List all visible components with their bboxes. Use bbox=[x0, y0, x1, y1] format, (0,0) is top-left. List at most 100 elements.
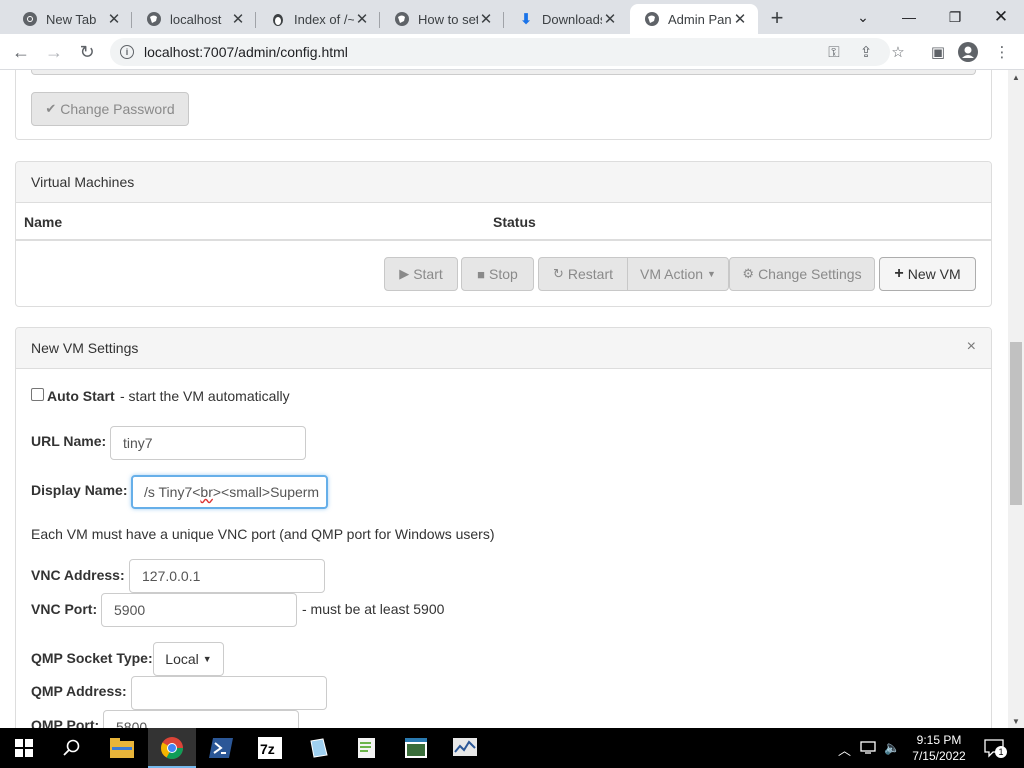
scroll-up-arrow[interactable]: ▲ bbox=[1008, 70, 1024, 84]
display-name-input[interactable]: /s Tiny7< br ><small>Superm bbox=[131, 475, 328, 509]
check-icon: ✔ bbox=[45, 101, 57, 116]
browser-tab-downloads[interactable]: ⬇ Downloads ✕ bbox=[504, 4, 628, 34]
notification-badge: 1 bbox=[995, 746, 1007, 758]
start-button[interactable]: ▶ Start bbox=[384, 257, 458, 291]
vm-action-dropdown[interactable]: VM Action ▼ bbox=[627, 257, 729, 291]
search-icon[interactable] bbox=[48, 728, 96, 768]
restart-button[interactable]: ↻ Restart bbox=[538, 257, 628, 291]
terminal-window-icon[interactable] bbox=[392, 728, 440, 768]
editor-icon[interactable] bbox=[343, 728, 391, 768]
chrome-icon[interactable] bbox=[148, 728, 196, 768]
powershell-icon[interactable] bbox=[197, 728, 245, 768]
scroll-down-arrow[interactable]: ▼ bbox=[1008, 714, 1024, 728]
tab-title: localhost bbox=[170, 11, 222, 27]
windows-taskbar: 7z ︿ 🔈 9:15 PM 7/15/2022 1 bbox=[0, 728, 1024, 768]
password-input-partial[interactable] bbox=[31, 70, 976, 75]
qmp-address-input[interactable] bbox=[131, 676, 327, 710]
qmp-address-label: QMP Address: bbox=[31, 683, 127, 699]
plus-icon: + bbox=[894, 265, 904, 282]
download-icon: ⬇ bbox=[519, 11, 533, 28]
page-scrollbar[interactable]: ▲ ▼ bbox=[1008, 70, 1024, 728]
new-tab-button[interactable]: + bbox=[764, 5, 790, 30]
auto-start-label: Auto Start bbox=[47, 388, 115, 404]
browser-tab-index[interactable]: Index of /~ ✕ bbox=[256, 4, 380, 34]
system-clock[interactable]: 9:15 PM 7/15/2022 bbox=[906, 732, 972, 764]
display-name-label: Display Name: bbox=[31, 482, 128, 498]
profile-avatar[interactable] bbox=[958, 42, 978, 62]
menu-kebab-icon[interactable]: ⋮ bbox=[992, 42, 1012, 62]
site-info-icon[interactable]: i bbox=[120, 45, 134, 59]
close-window-button[interactable]: ✕ bbox=[978, 0, 1024, 34]
column-header-status: Status bbox=[493, 214, 536, 230]
file-explorer-icon[interactable] bbox=[98, 728, 146, 768]
browser-tab-how-to[interactable]: How to set ✕ bbox=[380, 4, 504, 34]
panel-heading: Virtual Machines bbox=[16, 162, 991, 203]
globe-icon bbox=[394, 11, 410, 27]
vnc-address-label: VNC Address: bbox=[31, 567, 125, 583]
reload-button[interactable]: ↻ bbox=[74, 39, 100, 65]
windows-start-icon[interactable] bbox=[0, 728, 48, 768]
tab-title: Index of /~ bbox=[294, 11, 354, 27]
url-name-label: URL Name: bbox=[31, 433, 107, 449]
vnc-address-input[interactable]: 127.0.0.1 bbox=[129, 559, 325, 593]
clock-time: 9:15 PM bbox=[916, 733, 962, 747]
globe-icon bbox=[644, 11, 660, 27]
restore-button[interactable]: ❐ bbox=[932, 0, 978, 34]
stop-button[interactable]: ■ Stop bbox=[461, 257, 534, 291]
auto-start-checkbox[interactable] bbox=[31, 388, 44, 401]
notepad-icon[interactable] bbox=[295, 728, 343, 768]
tab-title: Admin Pan bbox=[668, 11, 732, 27]
change-password-button[interactable]: ✔ Change Password bbox=[31, 92, 189, 126]
key-icon[interactable]: ⚿ bbox=[824, 42, 844, 62]
browser-tab-new-tab[interactable]: New Tab ✕ bbox=[8, 4, 132, 34]
scrollbar-thumb[interactable] bbox=[1010, 342, 1022, 505]
close-icon[interactable]: ✕ bbox=[478, 11, 494, 28]
show-hidden-icons-chevron[interactable]: ︿ bbox=[838, 740, 851, 759]
vnc-port-input[interactable]: 5900 bbox=[101, 593, 297, 627]
globe-icon bbox=[146, 11, 162, 27]
url-text: localhost:7007/admin/config.html bbox=[144, 44, 348, 60]
play-icon: ▶ bbox=[399, 266, 410, 281]
close-icon[interactable]: ✕ bbox=[230, 11, 246, 28]
change-settings-button[interactable]: ⚙ Change Settings bbox=[729, 257, 875, 291]
minimize-button[interactable]: — bbox=[886, 0, 932, 34]
new-vm-button[interactable]: + New VM bbox=[879, 257, 976, 291]
clock-date: 7/15/2022 bbox=[912, 749, 966, 763]
close-icon[interactable]: ✕ bbox=[354, 11, 370, 28]
url-name-input[interactable]: tiny7 bbox=[110, 426, 306, 460]
close-icon[interactable]: ✕ bbox=[732, 11, 748, 28]
panel-title: Virtual Machines bbox=[31, 174, 135, 190]
notification-center-icon[interactable]: 1 bbox=[984, 738, 1007, 761]
panel-title: New VM Settings bbox=[31, 340, 139, 356]
browser-tab-localhost[interactable]: localhost ✕ bbox=[132, 4, 256, 34]
forward-button[interactable]: → bbox=[41, 39, 67, 65]
qmp-port-input[interactable]: 5800 bbox=[103, 710, 299, 728]
address-bar[interactable]: i localhost:7007/admin/config.html bbox=[110, 38, 890, 66]
browser-toolbar: ← → ↻ i localhost:7007/admin/config.html… bbox=[0, 34, 1024, 70]
share-icon[interactable]: ⇪ bbox=[856, 42, 876, 62]
auto-start-description: - start the VM automatically bbox=[120, 388, 290, 404]
caret-down-icon: ▼ bbox=[202, 654, 212, 664]
stop-icon: ■ bbox=[477, 266, 486, 282]
bookmark-star-icon[interactable]: ☆ bbox=[888, 42, 908, 62]
close-icon[interactable]: ✕ bbox=[602, 11, 618, 28]
virtual-machines-panel: Virtual Machines Name Status ▶ Start ■ S… bbox=[15, 161, 992, 307]
side-panel-icon[interactable]: ▣ bbox=[928, 42, 948, 62]
close-panel-button[interactable]: × bbox=[967, 338, 976, 356]
new-vm-settings-panel: New VM Settings × Auto Start - start the… bbox=[15, 327, 992, 728]
linux-icon bbox=[270, 11, 286, 27]
browser-tab-strip: New Tab ✕ localhost ✕ Index of /~ ✕ How … bbox=[0, 0, 1024, 34]
qmp-socket-type-label: QMP Socket Type: bbox=[31, 650, 153, 666]
close-icon[interactable]: ✕ bbox=[106, 11, 122, 28]
network-icon[interactable] bbox=[860, 740, 876, 757]
refresh-icon: ↻ bbox=[552, 266, 564, 281]
chrome-icon bbox=[22, 11, 38, 27]
qmp-socket-type-dropdown[interactable]: Local ▼ bbox=[153, 642, 224, 676]
7zip-icon[interactable]: 7z bbox=[246, 728, 294, 768]
gear-icon: ⚙ bbox=[742, 266, 755, 281]
performance-monitor-icon[interactable] bbox=[441, 728, 489, 768]
back-button[interactable]: ← bbox=[8, 39, 34, 65]
volume-icon[interactable]: 🔈 bbox=[884, 740, 900, 756]
tab-search-icon[interactable]: ⌄ bbox=[840, 0, 886, 34]
browser-tab-admin-panel[interactable]: Admin Pan ✕ bbox=[630, 4, 758, 34]
